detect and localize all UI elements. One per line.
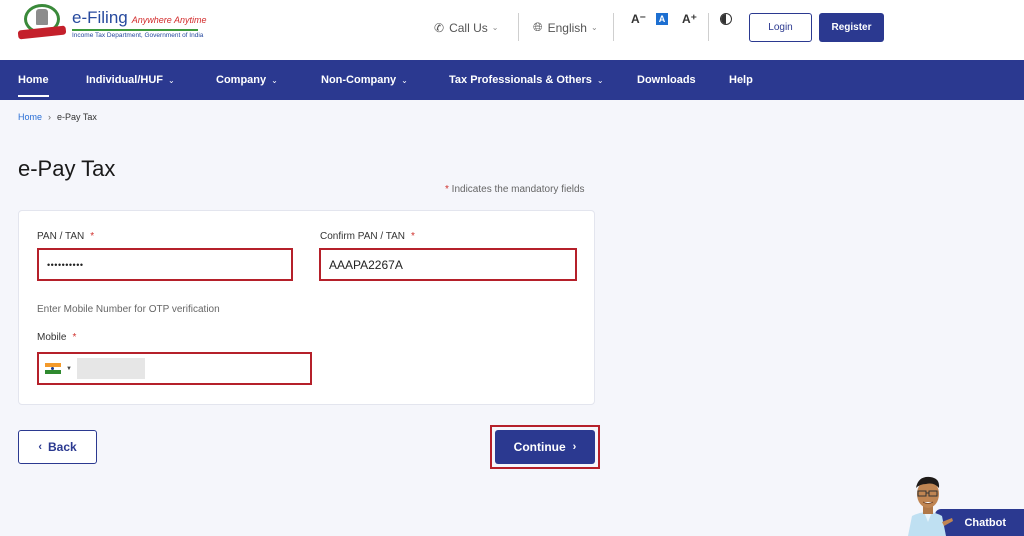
breadcrumb-current: e-Pay Tax [57,112,97,122]
efiling-logo[interactable]: e-Filing Anywhere Anytime Income Tax Dep… [17,4,207,42]
language-dropdown[interactable]: 🌐︎ English ⌄ [533,0,598,55]
divider [613,13,614,41]
required-star: * [90,231,95,242]
mobile-input[interactable]: ▼ [37,352,312,385]
chevron-left-icon: ‹ [38,441,42,453]
back-label: Back [47,440,77,454]
nav-item-individual-huf[interactable]: Individual/HUF ⌄ [86,60,175,100]
nav-label: Company [216,74,267,86]
required-star: * [411,231,415,242]
font-default-button[interactable]: A [656,13,668,25]
breadcrumb-home-link[interactable]: Home [18,112,42,122]
phone-icon: ✆ [434,20,445,35]
chatbot-avatar-icon[interactable] [898,472,958,536]
chevron-down-icon: ⌄ [590,23,598,32]
continue-label: Continue [513,440,566,454]
confirm-pan-label: Confirm PAN / TAN * [320,231,415,242]
globe-icon: 🌐︎ [533,20,543,34]
india-flag-icon[interactable] [45,363,61,375]
logo-subtitle: Income Tax Department, Government of Ind… [72,31,204,39]
back-button[interactable]: ‹ Back [18,430,97,464]
chevron-down-icon: ⌄ [596,75,604,85]
form-card: PAN / TAN * •••••••••• Confirm PAN / TAN *… [18,210,595,405]
mobile-label-text: Mobile [37,332,67,343]
nav-item-help[interactable]: Help [729,60,753,100]
login-button[interactable]: Login [749,13,812,42]
pan-label-text: PAN / TAN [37,231,85,242]
call-us-dropdown[interactable]: ✆ Call Us ⌄ [434,0,498,55]
font-increase-button[interactable]: A⁺ [682,12,697,26]
nav-item-tax-professionals[interactable]: Tax Professionals & Others ⌄ [449,60,604,100]
nav-label: Individual/HUF [86,74,163,86]
main-nav: Home Individual/HUF ⌄ Company ⌄ Non-Comp… [0,60,1024,100]
mobile-number-redacted [76,358,145,379]
confirm-pan-value: AAAPA2267A [329,257,403,272]
pan-label: PAN / TAN * [37,231,94,242]
pan-input[interactable]: •••••••••• [37,248,293,281]
nav-label: Tax Professionals & Others [449,74,592,86]
nav-label: Home [18,74,49,86]
mobile-label: Mobile * [37,332,76,343]
mandatory-note: * Indicates the mandatory fields [445,184,585,195]
nav-label: Help [729,74,753,86]
breadcrumb-separator-icon: › [48,112,52,122]
logo-title: e-Filing [72,7,128,27]
continue-button[interactable]: Continue › [495,430,595,464]
register-button[interactable]: Register [819,13,884,42]
top-header: e-Filing Anywhere Anytime Income Tax Dep… [0,0,1024,60]
chevron-down-icon: ⌄ [168,75,175,85]
nav-label: Non-Company [321,74,397,86]
confirm-pan-label-text: Confirm PAN / TAN [320,231,406,242]
breadcrumb: Home › e-Pay Tax [18,112,97,122]
confirm-pan-input[interactable]: AAAPA2267A [319,248,577,281]
mandatory-note-text: Indicates the mandatory fields [448,184,585,195]
chevron-right-icon: › [572,441,577,453]
nav-label: Downloads [637,74,696,86]
page-title: e-Pay Tax [18,156,116,181]
required-star: * [72,332,77,343]
divider [518,13,519,41]
nav-item-company[interactable]: Company ⌄ [216,60,278,100]
chatbot-label: Chatbot [964,516,1006,529]
nav-item-non-company[interactable]: Non-Company ⌄ [321,60,408,100]
font-decrease-button[interactable]: A⁻ [631,12,646,26]
pan-value: •••••••••• [47,259,84,270]
country-caret-icon[interactable]: ▼ [66,366,72,372]
emblem-icon [17,4,67,42]
divider [708,13,709,41]
nav-item-downloads[interactable]: Downloads [637,60,696,100]
contrast-toggle-icon[interactable] [720,13,732,25]
call-us-label: Call Us [449,20,488,35]
chevron-down-icon: ⌄ [401,75,408,85]
nav-item-home[interactable]: Home [18,60,49,100]
logo-tagline: Anywhere Anytime [131,14,207,25]
chevron-down-icon: ⌄ [271,75,278,85]
chevron-down-icon: ⌄ [491,23,499,32]
otp-hint: Enter Mobile Number for OTP verification [37,304,220,315]
language-label: English [547,20,587,35]
